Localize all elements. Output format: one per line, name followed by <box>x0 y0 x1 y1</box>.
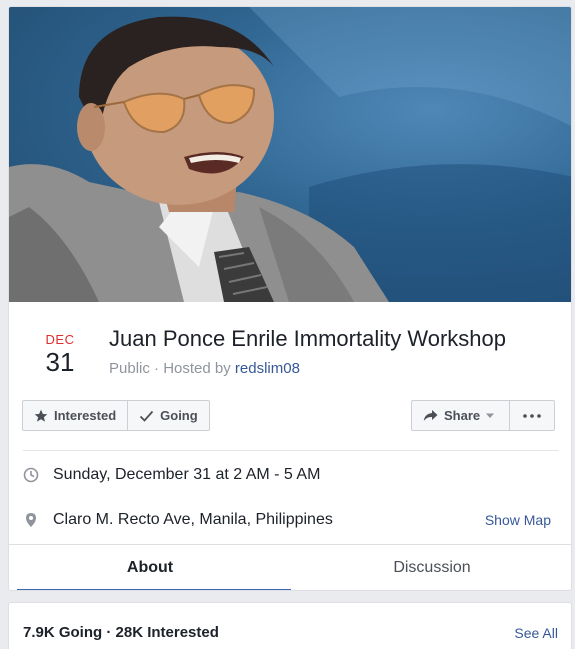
see-all-link[interactable]: See All <box>514 625 558 641</box>
event-card: DEC 31 Juan Ponce Enrile Immortality Wor… <box>8 6 572 591</box>
attendance-card: 7.9K Going · 28K Interested See All <box>8 602 572 649</box>
share-button-group: Share <box>411 400 556 431</box>
chevron-down-icon <box>486 413 495 418</box>
host-link[interactable]: redslim08 <box>235 360 300 377</box>
show-map-link[interactable]: Show Map <box>485 512 551 528</box>
event-date: DEC 31 <box>35 332 85 377</box>
check-icon <box>140 410 154 422</box>
divider <box>23 450 559 451</box>
clock-icon <box>23 467 39 483</box>
share-label: Share <box>444 408 481 423</box>
event-subtitle: Public · Hosted by redslim08 <box>109 360 300 377</box>
location-pin-icon <box>26 513 36 527</box>
rsvp-button-group: Interested Going <box>22 400 210 431</box>
event-separator: · <box>149 360 164 377</box>
event-date-month: DEC <box>45 332 75 347</box>
cover-photo-image <box>9 7 571 302</box>
cover-photo[interactable] <box>9 7 571 302</box>
more-options-button[interactable] <box>509 401 554 430</box>
share-button[interactable]: Share <box>412 401 509 430</box>
share-arrow-icon <box>423 410 438 421</box>
interested-label: Interested <box>54 408 117 423</box>
hosted-by-label: Hosted by <box>163 360 231 377</box>
event-location-row[interactable]: Claro M. Recto Ave, Manila, Philippines <box>23 511 333 529</box>
event-date-day: 31 <box>45 347 75 377</box>
interested-button[interactable]: Interested <box>23 401 127 430</box>
event-location: Claro M. Recto Ave, Manila, Philippines <box>53 511 333 528</box>
going-label: Going <box>160 408 198 423</box>
star-icon <box>34 409 48 422</box>
attendance-summary: 7.9K Going · 28K Interested <box>23 624 219 641</box>
event-title: Juan Ponce Enrile Immortality Workshop <box>109 326 506 351</box>
event-tabs: About Discussion <box>9 544 571 590</box>
going-button[interactable]: Going <box>127 401 209 430</box>
event-datetime: Sunday, December 31 at 2 AM - 5 AM <box>53 466 321 483</box>
event-privacy: Public <box>109 360 150 377</box>
event-datetime-row[interactable]: Sunday, December 31 at 2 AM - 5 AM <box>23 466 320 484</box>
tab-discussion[interactable]: Discussion <box>291 545 571 590</box>
tab-about[interactable]: About <box>9 545 291 590</box>
more-dots-icon <box>523 413 541 418</box>
